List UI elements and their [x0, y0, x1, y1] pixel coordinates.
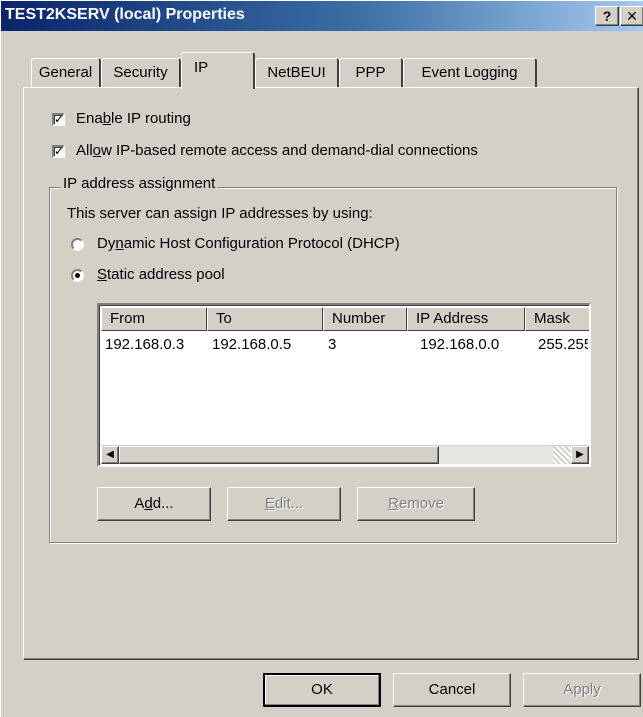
enable-ip-routing-label[interactable]: Enable IP routing — [76, 110, 191, 127]
help-button[interactable]: ? — [595, 6, 619, 26]
tab-security-label: Security — [113, 64, 168, 81]
horizontal-scrollbar[interactable]: ◀ ▶ — [101, 445, 589, 464]
arrow-left-icon: ◀ — [106, 449, 114, 460]
cell-number: 3 — [328, 336, 337, 353]
enable-ip-routing-checkbox[interactable]: ✓ — [52, 113, 65, 126]
scroll-left-button[interactable]: ◀ — [101, 446, 119, 464]
tab-ip[interactable]: IP — [181, 52, 255, 89]
title-bar[interactable]: TEST2KSERV (local) Properties ? ✕ — [1, 1, 643, 31]
apply-button[interactable]: Apply — [523, 673, 641, 707]
scroll-right-button[interactable]: ▶ — [571, 446, 589, 464]
add-button[interactable]: Add... — [97, 487, 211, 521]
tab-security[interactable]: Security — [101, 58, 181, 88]
address-pool-list[interactable]: From To Number IP Address Mask 192.168.0… — [97, 303, 591, 467]
scrollbar-track[interactable] — [553, 446, 571, 464]
close-icon: ✕ — [626, 8, 638, 24]
tab-event-logging[interactable]: Event Logging — [403, 58, 537, 88]
ok-button[interactable]: OK — [263, 673, 381, 707]
allow-ip-remote-label[interactable]: Allow IP-based remote access and demand-… — [76, 142, 478, 159]
remove-button[interactable]: Remove — [357, 487, 475, 521]
dhcp-label[interactable]: Dynamic Host Configuration Protocol (DHC… — [97, 235, 400, 252]
arrow-right-icon: ▶ — [576, 449, 584, 460]
static-pool-label[interactable]: Static address pool — [97, 266, 225, 283]
tab-general-label: General — [38, 64, 93, 81]
window-title: TEST2KSERV (local) Properties — [5, 6, 245, 23]
tab-ip-label: IP — [194, 59, 209, 76]
column-header-ip-address[interactable]: IP Address — [407, 307, 525, 331]
cell-mask: 255.255 — [538, 336, 588, 353]
column-header-mask[interactable]: Mask — [525, 307, 589, 331]
scrollbar-thumb[interactable] — [119, 446, 439, 464]
cell-to: 192.168.0.5 — [212, 336, 292, 353]
radio-selected-dot — [75, 273, 80, 278]
allow-ip-remote-checkbox[interactable]: ✓ — [52, 145, 65, 158]
static-pool-radio[interactable] — [71, 269, 84, 282]
tab-netbeui-label: NetBEUI — [267, 64, 326, 81]
tab-ppp-label: PPP — [355, 64, 386, 81]
assignment-description: This server can assign IP addresses by u… — [67, 205, 373, 222]
tab-netbeui[interactable]: NetBEUI — [255, 58, 339, 88]
edit-button[interactable]: Edit... — [227, 487, 341, 521]
cancel-button[interactable]: Cancel — [393, 673, 511, 707]
tab-ppp[interactable]: PPP — [339, 58, 403, 88]
ip-assignment-group-title: IP address assignment — [61, 175, 218, 192]
tab-event-logging-label: Event Logging — [421, 64, 518, 81]
cell-from: 192.168.0.3 — [105, 336, 185, 353]
tab-general[interactable]: General — [31, 58, 101, 88]
close-button[interactable]: ✕ — [620, 6, 643, 26]
cell-ip-address: 192.168.0.0 — [420, 336, 500, 353]
column-header-from[interactable]: From — [101, 307, 207, 331]
column-header-to[interactable]: To — [207, 307, 323, 331]
dhcp-radio[interactable] — [71, 238, 84, 251]
properties-dialog: TEST2KSERV (local) Properties ? ✕ Genera… — [0, 0, 643, 717]
column-header-number[interactable]: Number — [323, 307, 407, 331]
